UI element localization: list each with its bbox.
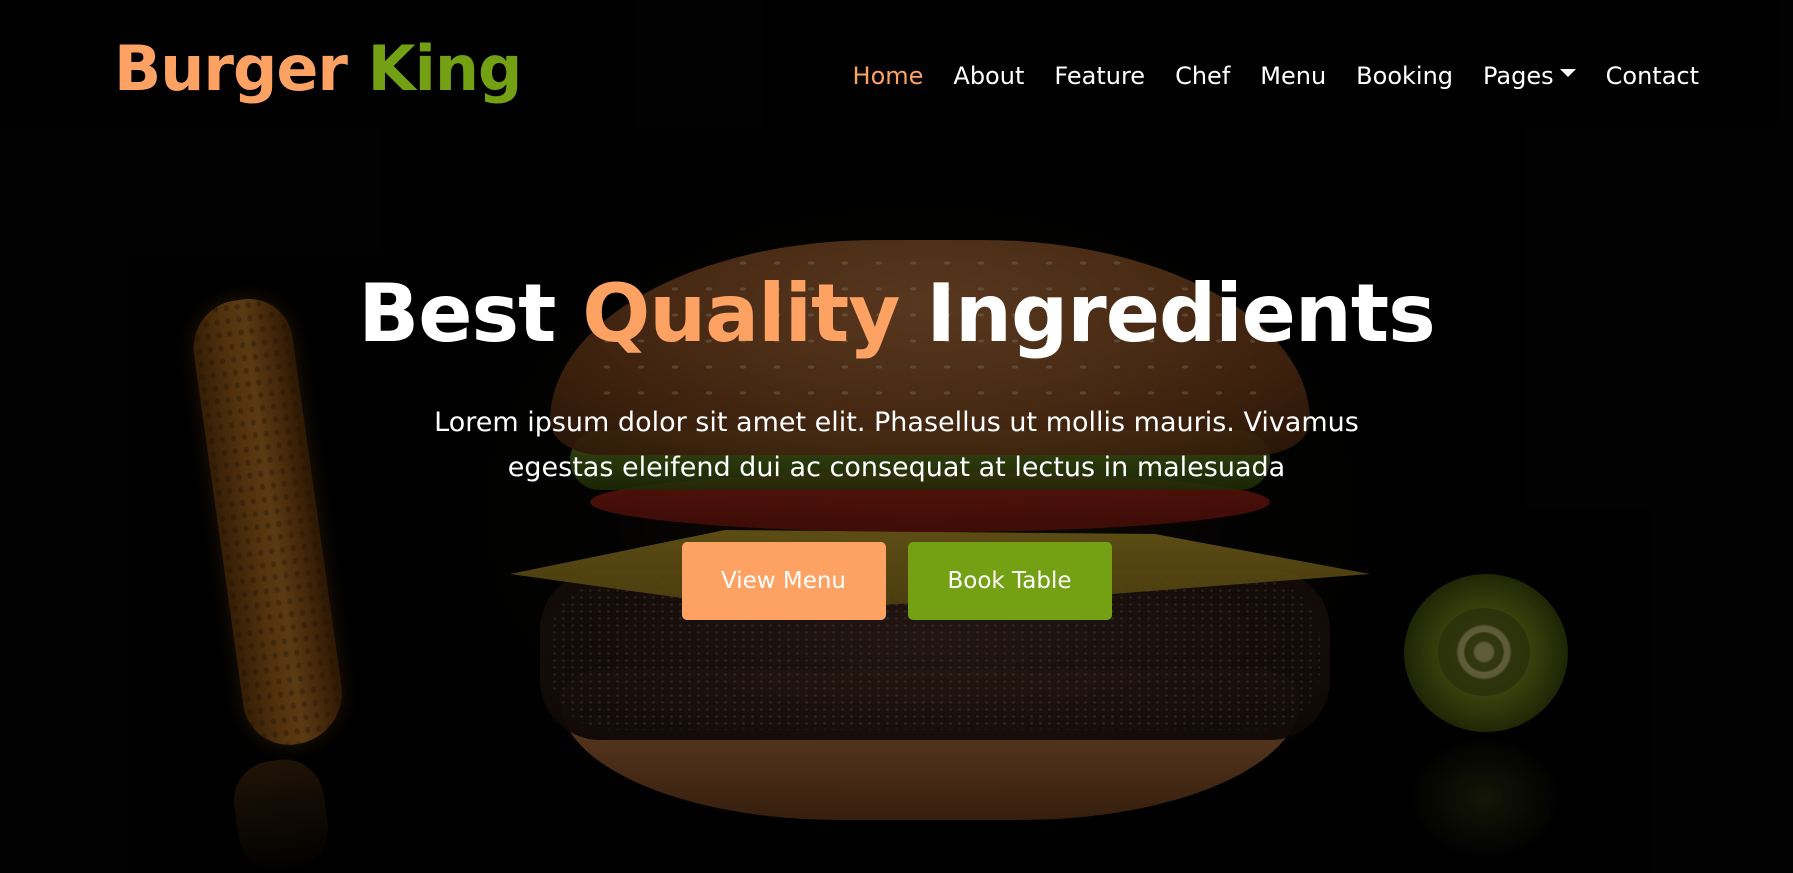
hero-title-accent: Quality [582,267,900,360]
hero-title-part2: Ingredients [926,267,1435,360]
nav-item-pages-label: Pages [1483,62,1554,90]
nav-item-pages-dropdown[interactable]: Pages [1483,62,1576,90]
hero-buttons: View Menu Book Table [0,542,1793,620]
hero-description-line1: Lorem ipsum dolor sit amet elit. Phasell… [434,407,1359,438]
navbar: Burger King Home About Feature Chef Menu… [0,0,1793,160]
nav-item-chef[interactable]: Chef [1175,62,1230,90]
nav-item-home[interactable]: Home [853,62,924,90]
hero-description: Lorem ipsum dolor sit amet elit. Phasell… [407,400,1387,490]
caret-down-icon [1559,69,1576,77]
nav-item-about[interactable]: About [953,62,1024,90]
nav-item-feature[interactable]: Feature [1054,62,1145,90]
hero-section: Burger King Home About Feature Chef Menu… [0,0,1793,873]
nav-item-booking[interactable]: Booking [1356,62,1453,90]
brand-name-part2: King [367,32,523,105]
view-menu-button[interactable]: View Menu [681,542,886,620]
brand-logo[interactable]: Burger King [114,38,522,100]
nav-item-contact[interactable]: Contact [1606,62,1699,90]
hero-content: Best Quality Ingredients Lorem ipsum dol… [0,270,1793,620]
brand-name-part1: Burger [114,32,348,105]
nav-menu: Home About Feature Chef Menu Booking Pag… [853,62,1699,90]
hero-title: Best Quality Ingredients [0,270,1793,358]
nav-item-menu[interactable]: Menu [1260,62,1326,90]
hero-title-part1: Best [358,267,556,360]
book-table-button[interactable]: Book Table [907,542,1112,620]
hero-description-line2: egestas eleifend dui ac consequat at lec… [507,452,1286,483]
